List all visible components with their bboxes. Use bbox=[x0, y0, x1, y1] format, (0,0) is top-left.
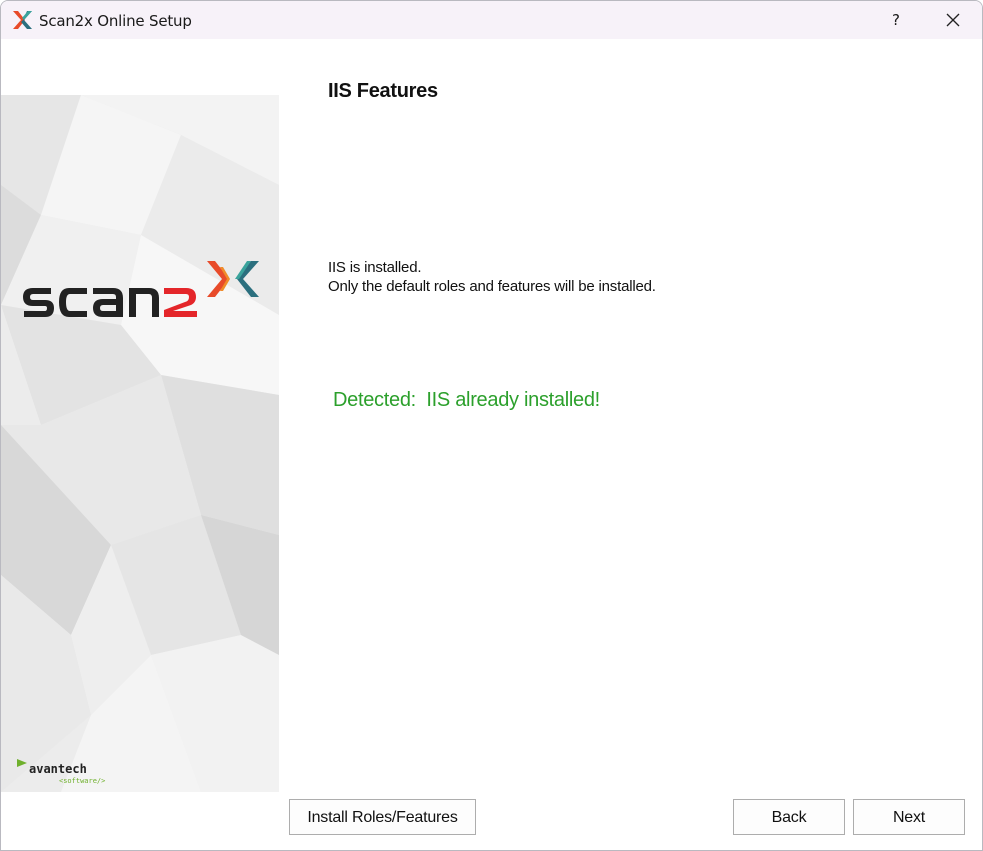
avantech-logo: avantech <software/> bbox=[17, 759, 105, 785]
page-title: IIS Features bbox=[328, 80, 438, 102]
scan2x-logo bbox=[23, 261, 259, 317]
setup-window: Scan2x Online Setup ? avantech <software… bbox=[0, 0, 983, 851]
title-bar[interactable]: Scan2x Online Setup ? bbox=[1, 1, 982, 39]
info-line: IIS is installed. bbox=[328, 259, 422, 276]
app-icon bbox=[13, 11, 32, 29]
install-roles-features-button[interactable]: Install Roles/Features bbox=[289, 799, 476, 835]
info-line: Only the default roles and features will… bbox=[328, 278, 656, 295]
vendor-logo-subtext: <software/> bbox=[59, 777, 105, 785]
close-button[interactable] bbox=[933, 5, 973, 35]
info-text: IIS is installed. Only the default roles… bbox=[328, 258, 656, 296]
detection-status: Detected: IIS already installed! bbox=[333, 389, 600, 411]
side-banner: avantech <software/> bbox=[1, 95, 279, 792]
close-icon bbox=[946, 13, 960, 27]
banner-background bbox=[1, 95, 279, 792]
next-button[interactable]: Next bbox=[853, 799, 965, 835]
help-button[interactable]: ? bbox=[877, 5, 915, 35]
back-button[interactable]: Back bbox=[733, 799, 845, 835]
window-title: Scan2x Online Setup bbox=[39, 12, 192, 30]
vendor-logo-text: avantech bbox=[29, 762, 87, 776]
